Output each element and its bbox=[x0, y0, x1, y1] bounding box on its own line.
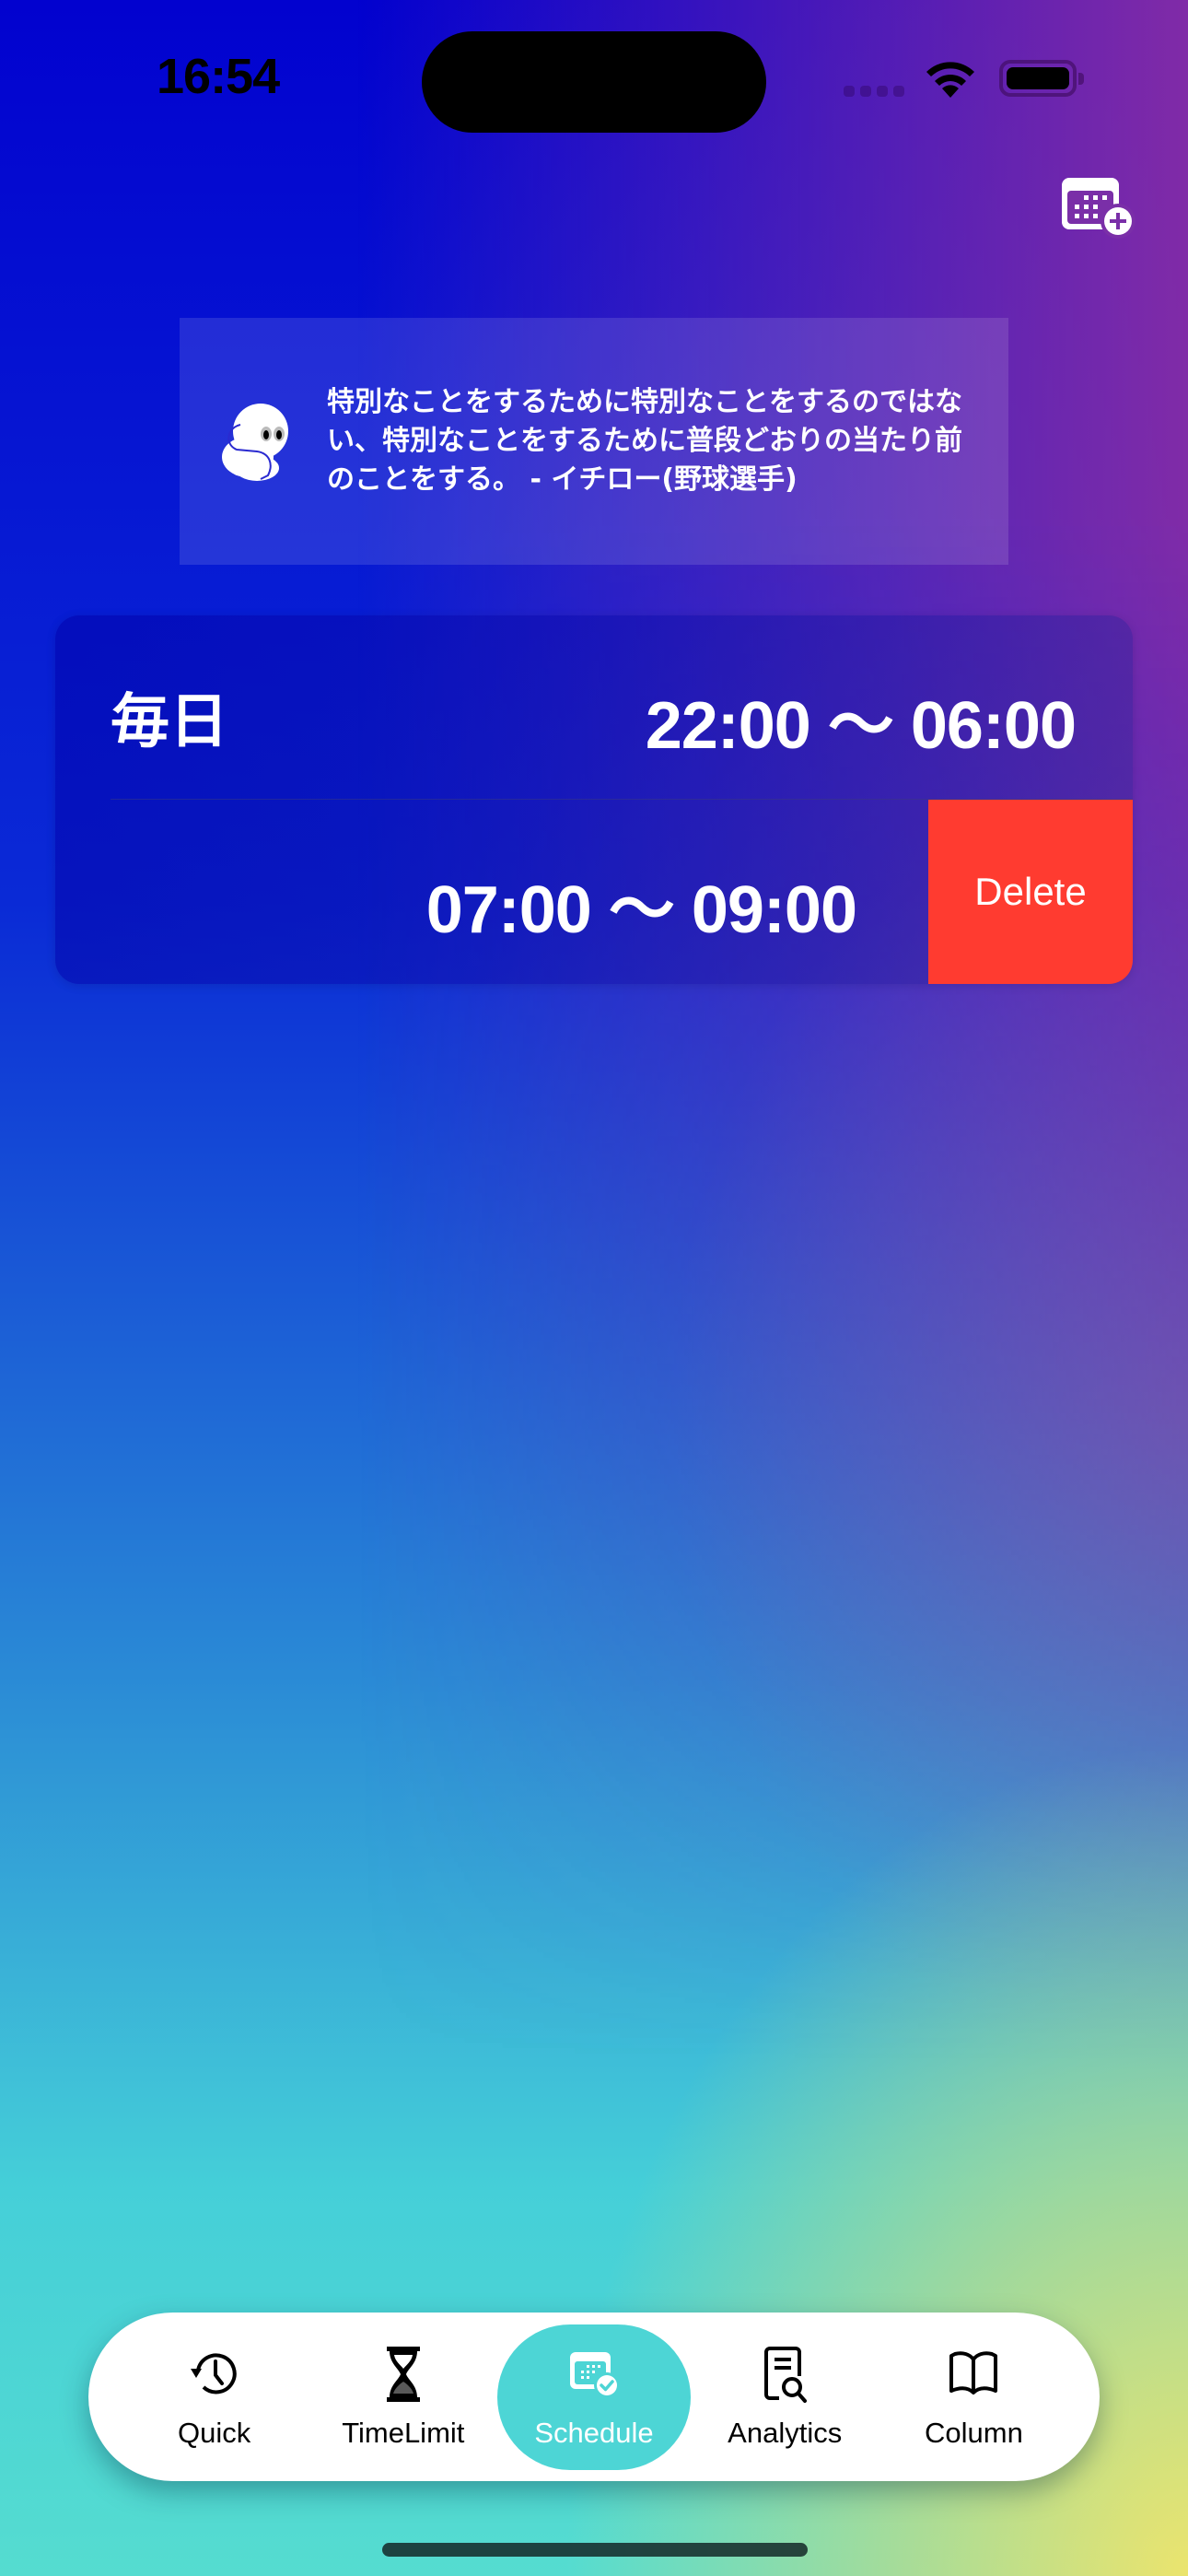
tab-quick[interactable]: Quick bbox=[120, 2324, 309, 2470]
schedule-time-range: 22:00 〜 06:00 bbox=[645, 689, 1077, 763]
quote-card: 特別なことをするために特別なことをするのではない、特別なことをするために普段どお… bbox=[180, 318, 1008, 565]
tab-analytics[interactable]: Analytics bbox=[691, 2324, 879, 2470]
schedule-row[interactable]: 07:00 〜 09:00 Delete bbox=[55, 800, 1133, 984]
schedule-card: 毎日 22:00 〜 06:00 07:00 〜 09:00 Delete bbox=[55, 615, 1133, 984]
battery-icon bbox=[999, 60, 1084, 97]
wifi-icon bbox=[926, 62, 974, 98]
clock-history-icon bbox=[190, 2352, 237, 2394]
home-indicator[interactable] bbox=[382, 2543, 808, 2557]
quote-text: 特別なことをするために特別なことをするのではない、特別なことをするために普段どお… bbox=[327, 386, 962, 496]
schedule-time-range: 07:00 〜 09:00 bbox=[425, 873, 857, 947]
ghost-mascot-icon bbox=[222, 404, 288, 481]
tab-label: Analytics bbox=[728, 2416, 843, 2449]
tab-schedule[interactable]: Schedule bbox=[497, 2324, 691, 2470]
tab-timelimit[interactable]: TimeLimit bbox=[309, 2324, 497, 2470]
dynamic-island bbox=[422, 31, 766, 133]
schedule-row[interactable]: 毎日 22:00 〜 06:00 bbox=[55, 615, 1133, 800]
book-icon bbox=[949, 2350, 998, 2395]
schedule-day-label: 毎日 bbox=[111, 688, 228, 756]
delete-button[interactable]: Delete bbox=[928, 800, 1133, 984]
calendar-check-icon bbox=[570, 2351, 620, 2398]
document-search-icon bbox=[764, 2346, 808, 2403]
hourglass-icon bbox=[386, 2346, 420, 2402]
tab-label: TimeLimit bbox=[342, 2416, 465, 2449]
tab-label: Quick bbox=[177, 2416, 251, 2449]
calendar-plus-icon[interactable] bbox=[1059, 175, 1138, 241]
tab-label: Schedule bbox=[534, 2416, 654, 2449]
tab-column[interactable]: Column bbox=[879, 2324, 1068, 2470]
tab-label: Column bbox=[924, 2416, 1023, 2449]
status-time: 16:54 bbox=[157, 49, 280, 104]
cellular-signal-icon bbox=[844, 86, 904, 97]
tab-bar: Quick TimeLimit Schedule Analytics Colum… bbox=[88, 2313, 1100, 2481]
